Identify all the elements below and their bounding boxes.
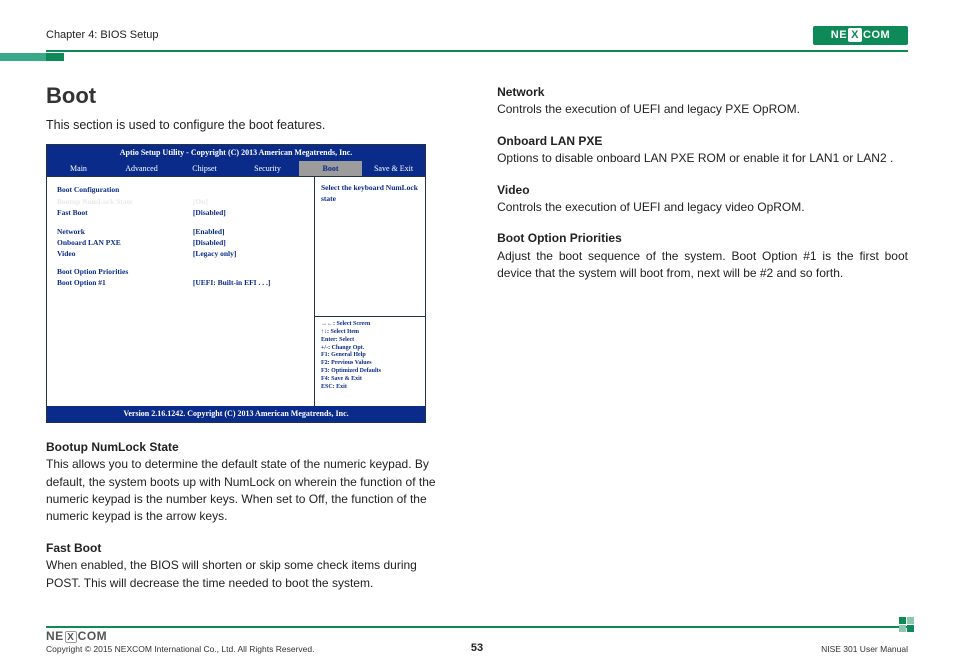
bios-row-lanpxe-label: Onboard LAN PXE bbox=[57, 238, 193, 249]
page-number: 53 bbox=[471, 642, 483, 654]
video-heading: Video bbox=[497, 182, 908, 199]
key-hint: ↑↓: Select Item bbox=[321, 329, 419, 337]
logo-text-left: NE bbox=[831, 29, 847, 41]
bios-row-network-value: [Enabled] bbox=[193, 227, 304, 238]
network-paragraph: Controls the execution of UEFI and legac… bbox=[497, 102, 800, 116]
key-hint: ESC: Exit bbox=[321, 384, 419, 392]
bios-row-bootoption1[interactable]: Boot Option #1 [UEFI: Built-in EFI . . .… bbox=[57, 278, 304, 289]
numlock-heading: Bootup NumLock State bbox=[46, 439, 453, 456]
tab-main[interactable]: Main bbox=[47, 161, 110, 177]
copyright-text: Copyright © 2015 NEXCOM International Co… bbox=[46, 644, 314, 654]
tab-security[interactable]: Security bbox=[236, 161, 299, 177]
video-paragraph: Controls the execution of UEFI and legac… bbox=[497, 200, 804, 214]
key-hint: F3: Optimized Defaults bbox=[321, 368, 419, 376]
lanpxe-heading: Onboard LAN PXE bbox=[497, 133, 908, 150]
manual-name: NISE 301 User Manual bbox=[821, 644, 908, 654]
header-rule bbox=[46, 50, 908, 52]
bios-row-bo1-value: [UEFI: Built-in EFI . . .] bbox=[193, 278, 304, 289]
bios-row-numlock[interactable]: Bootup NumLock State [On] bbox=[57, 197, 304, 208]
tab-save-exit[interactable]: Save & Exit bbox=[362, 161, 425, 177]
bios-row-video[interactable]: Video [Legacy only] bbox=[57, 249, 304, 260]
tab-boot[interactable]: Boot bbox=[299, 161, 362, 177]
fastboot-heading: Fast Boot bbox=[46, 540, 453, 557]
key-hint: F1: General Help bbox=[321, 352, 419, 360]
lanpxe-paragraph: Options to disable onboard LAN PXE ROM o… bbox=[497, 151, 893, 165]
bios-row-fastboot[interactable]: Fast Boot [Disabled] bbox=[57, 208, 304, 219]
bios-row-fastboot-value: [Disabled] bbox=[193, 208, 304, 219]
key-hint: Enter: Select bbox=[321, 337, 419, 345]
footer-logo: NEXCOM bbox=[46, 628, 121, 644]
intro-text: This section is used to configure the bo… bbox=[46, 116, 453, 134]
logo-text-right: COM bbox=[863, 29, 890, 41]
bios-row-network-label: Network bbox=[57, 227, 193, 238]
network-heading: Network bbox=[497, 84, 908, 101]
key-hint: F2: Previous Values bbox=[321, 360, 419, 368]
bios-row-video-value: [Legacy only] bbox=[193, 249, 304, 260]
bios-main-panel: Boot Configuration Bootup NumLock State … bbox=[47, 177, 315, 406]
fastboot-paragraph: When enabled, the BIOS will shorten or s… bbox=[46, 558, 417, 589]
bios-row-numlock-value: [On] bbox=[193, 197, 304, 208]
bop-heading: Boot Option Priorities bbox=[497, 230, 908, 247]
bios-titlebar: Aptio Setup Utility - Copyright (C) 2013… bbox=[47, 145, 425, 161]
bios-section-boot-config: Boot Configuration bbox=[57, 185, 304, 196]
key-hint: F4: Save & Exit bbox=[321, 376, 419, 384]
page-title: Boot bbox=[46, 80, 453, 112]
bios-section-boot-priorities: Boot Option Priorities bbox=[57, 267, 304, 278]
bop-paragraph: Adjust the boot sequence of the system. … bbox=[497, 249, 908, 280]
bios-screenshot: Aptio Setup Utility - Copyright (C) 2013… bbox=[46, 144, 426, 423]
bios-row-network[interactable]: Network [Enabled] bbox=[57, 227, 304, 238]
bios-keymap: →←: Select Screen ↑↓: Select Item Enter:… bbox=[315, 317, 425, 406]
bios-footer: Version 2.16.1242. Copyright (C) 2013 Am… bbox=[47, 406, 425, 422]
key-hint: +/-: Change Opt. bbox=[321, 345, 419, 353]
bios-row-video-label: Video bbox=[57, 249, 193, 260]
numlock-paragraph: This allows you to determine the default… bbox=[46, 457, 436, 523]
bios-tabs: Main Advanced Chipset Security Boot Save… bbox=[47, 161, 425, 177]
chapter-label: Chapter 4: BIOS Setup bbox=[46, 29, 159, 41]
key-hint: →←: Select Screen bbox=[321, 321, 419, 329]
bios-help-text: Select the keyboard NumLock state bbox=[315, 177, 425, 317]
tab-chipset[interactable]: Chipset bbox=[173, 161, 236, 177]
brand-logo: NE X COM bbox=[813, 26, 908, 45]
logo-x-icon: X bbox=[848, 28, 862, 42]
tab-advanced[interactable]: Advanced bbox=[110, 161, 173, 177]
bios-row-lanpxe[interactable]: Onboard LAN PXE [Disabled] bbox=[57, 238, 304, 249]
bios-row-fastboot-label: Fast Boot bbox=[57, 208, 193, 219]
bios-row-numlock-label: Bootup NumLock State bbox=[57, 197, 193, 208]
bios-row-bo1-label: Boot Option #1 bbox=[57, 278, 193, 289]
bios-row-lanpxe-value: [Disabled] bbox=[193, 238, 304, 249]
